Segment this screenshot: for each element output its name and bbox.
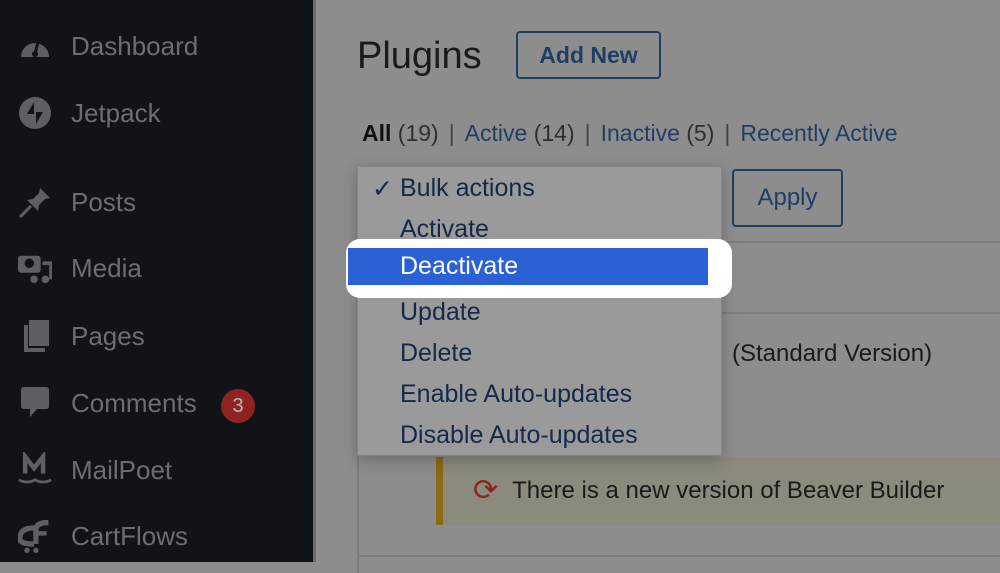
add-new-button[interactable]: Add New (516, 31, 661, 79)
sidebar-item-posts[interactable]: Posts (0, 182, 313, 222)
sidebar-item-dashboard[interactable]: Dashboard (0, 26, 313, 66)
filter-recently-active[interactable]: Recently Active (740, 120, 897, 146)
option-delete[interactable]: Delete (358, 333, 721, 374)
sidebar-item-jetpack[interactable]: Jetpack (0, 93, 313, 133)
dashboard-icon (18, 29, 52, 63)
filter-active[interactable]: Active (14) (465, 120, 575, 146)
row-divider (357, 555, 1000, 557)
sidebar-divider (313, 0, 316, 562)
plugin-status-filters: All (19) | Active (14) | Inactive (5) | Recent… (362, 120, 898, 146)
jetpack-icon (18, 96, 52, 130)
sidebar-item-mailpoet[interactable]: MailPoet (0, 450, 313, 490)
option-enable-auto-updates[interactable]: Enable Auto-updates (358, 374, 721, 415)
sidebar-item-cartflows[interactable]: CartFlows (0, 516, 313, 556)
option-deactivate[interactable]: Deactivate (348, 248, 708, 285)
comment-icon (18, 386, 52, 420)
update-icon: ⟳ (473, 474, 499, 507)
page-title: Plugins (357, 35, 482, 77)
admin-sidebar: Dashboard Jetpack Posts Media Pages Comm… (0, 0, 313, 562)
bulk-actions-dropdown[interactable]: ✓ Bulk actions Activate Delete Update Ena… (357, 166, 722, 456)
plugin-name[interactable]: (Standard Version) (732, 340, 932, 368)
option-bulk-actions[interactable]: ✓ Bulk actions (358, 168, 721, 209)
cartflows-icon (18, 519, 52, 553)
sidebar-item-media[interactable]: Media (0, 248, 313, 288)
comment-count-badge: 3 (221, 389, 255, 423)
media-icon (18, 251, 52, 285)
checkmark-icon: ✓ (372, 174, 393, 203)
sidebar-item-comments[interactable]: Comments 3 (0, 383, 313, 423)
filter-inactive[interactable]: Inactive (5) (601, 120, 715, 146)
option-disable-auto-updates[interactable]: Disable Auto-updates (358, 415, 721, 456)
option-update[interactable]: Update (358, 292, 721, 333)
sidebar-item-pages[interactable]: Pages (0, 316, 313, 356)
filter-all[interactable]: All (19) (362, 120, 439, 146)
pages-icon (18, 319, 52, 353)
update-notice: ⟳ There is a new version of Beaver Build… (436, 457, 1000, 525)
apply-button[interactable]: Apply (732, 169, 843, 227)
mailpoet-icon (18, 452, 52, 487)
pin-icon (18, 185, 52, 219)
highlight-callout: Deactivate (346, 239, 732, 298)
